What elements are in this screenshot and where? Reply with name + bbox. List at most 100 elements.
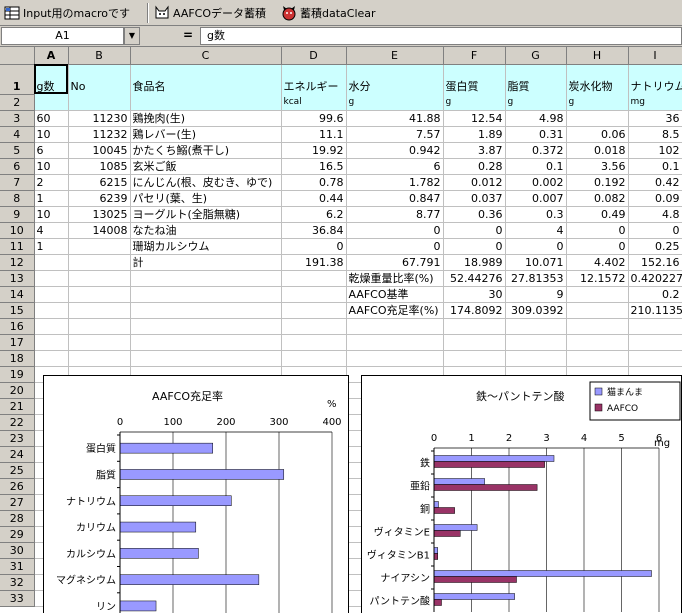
cell[interactable]: 鶏レバー(生) <box>130 126 282 143</box>
row-header[interactable]: 33 <box>0 590 35 607</box>
cell[interactable]: 12.1572 <box>566 270 629 287</box>
cell[interactable]: 13025 <box>68 206 131 223</box>
cell[interactable]: ヨーグルト(全脂無糖) <box>130 206 282 223</box>
row-header[interactable]: 27 <box>0 494 35 511</box>
row-header[interactable]: 32 <box>0 574 35 591</box>
column-header[interactable]: A <box>34 47 69 65</box>
input-macro-button[interactable]: Input用のmacroです <box>2 2 132 24</box>
cell[interactable]: g数 <box>34 64 69 94</box>
row-header[interactable]: 17 <box>0 334 35 351</box>
cell[interactable]: 0.28 <box>443 158 506 175</box>
cell[interactable]: 12.54 <box>443 110 506 127</box>
cell[interactable]: 1085 <box>68 158 131 175</box>
cell[interactable] <box>68 254 131 271</box>
column-header[interactable]: F <box>443 47 506 65</box>
cell[interactable]: AAFCO基準 <box>346 286 444 303</box>
cell[interactable]: 0.09 <box>628 190 682 207</box>
row-header[interactable]: 5 <box>0 142 35 159</box>
cell[interactable]: 3.87 <box>443 142 506 159</box>
cell[interactable]: 11.1 <box>281 126 347 143</box>
cell[interactable]: にんじん(根、皮むき、ゆで) <box>130 174 282 191</box>
cell[interactable] <box>130 350 282 367</box>
cell[interactable]: 0.44 <box>281 190 347 207</box>
cell[interactable]: 14008 <box>68 222 131 239</box>
cell[interactable]: 0.012 <box>443 174 506 191</box>
cell[interactable]: 18.989 <box>443 254 506 271</box>
column-header[interactable]: B <box>68 47 131 65</box>
row-header[interactable]: 3 <box>0 110 35 127</box>
cell[interactable]: パセリ(葉、生) <box>130 190 282 207</box>
cell[interactable]: g <box>346 94 444 111</box>
cell[interactable]: 0.1 <box>628 158 682 175</box>
row-header[interactable]: 6 <box>0 158 35 175</box>
cell[interactable]: 30 <box>443 286 506 303</box>
column-header[interactable]: D <box>281 47 347 65</box>
column-header[interactable]: C <box>130 47 282 65</box>
cell[interactable]: 0.018 <box>566 142 629 159</box>
cell[interactable]: 0 <box>566 238 629 255</box>
cell[interactable]: 0 <box>505 238 567 255</box>
cell[interactable]: 3.56 <box>566 158 629 175</box>
cell[interactable]: 152.16 <box>628 254 682 271</box>
cell[interactable]: 0.192 <box>566 174 629 191</box>
cell[interactable]: 36 <box>628 110 682 127</box>
cell[interactable] <box>566 286 629 303</box>
cell[interactable]: 4 <box>34 222 69 239</box>
row-header[interactable]: 31 <box>0 558 35 575</box>
row-header[interactable]: 7 <box>0 174 35 191</box>
row-header[interactable]: 8 <box>0 190 35 207</box>
cell[interactable]: 4.402 <box>566 254 629 271</box>
cell[interactable]: 102 <box>628 142 682 159</box>
row-header[interactable]: 1 <box>0 64 35 95</box>
cell[interactable]: 99.6 <box>281 110 347 127</box>
cell[interactable]: 9 <box>505 286 567 303</box>
chevron-down-icon[interactable]: ▼ <box>124 27 140 45</box>
cell[interactable]: 191.38 <box>281 254 347 271</box>
cell[interactable] <box>34 254 69 271</box>
cell[interactable]: 0.06 <box>566 126 629 143</box>
cell[interactable] <box>130 286 282 303</box>
cell[interactable]: 8.77 <box>346 206 444 223</box>
cell[interactable]: 0.002 <box>505 174 567 191</box>
cell[interactable]: 0.36 <box>443 206 506 223</box>
cell[interactable] <box>281 334 347 351</box>
cell[interactable]: 0.3 <box>505 206 567 223</box>
cell[interactable] <box>346 350 444 367</box>
cell[interactable] <box>505 334 567 351</box>
cell[interactable] <box>68 94 131 111</box>
cell[interactable] <box>68 238 131 255</box>
column-header[interactable]: G <box>505 47 567 65</box>
cell[interactable]: 4 <box>505 222 567 239</box>
cell[interactable]: 玄米ご飯 <box>130 158 282 175</box>
cell[interactable]: 11232 <box>68 126 131 143</box>
row-header[interactable]: 13 <box>0 270 35 287</box>
cell[interactable]: 0.372 <box>505 142 567 159</box>
cell[interactable]: 1 <box>34 190 69 207</box>
cell[interactable]: 2 <box>34 174 69 191</box>
cell[interactable]: 0.942 <box>346 142 444 159</box>
cell[interactable]: 6 <box>346 158 444 175</box>
cell[interactable]: 珊瑚カルシウム <box>130 238 282 255</box>
row-header[interactable]: 23 <box>0 430 35 447</box>
cell[interactable] <box>68 350 131 367</box>
cell[interactable]: kcal <box>281 94 347 111</box>
cell[interactable]: 0.037 <box>443 190 506 207</box>
cell[interactable]: 炭水化物 <box>566 64 629 94</box>
cell[interactable] <box>34 350 69 367</box>
clear-data-button[interactable]: 蓄積dataClear <box>279 2 378 24</box>
cell[interactable] <box>443 334 506 351</box>
cell[interactable]: なたね油 <box>130 222 282 239</box>
cell[interactable] <box>281 350 347 367</box>
row-header[interactable]: 21 <box>0 398 35 415</box>
row-header[interactable]: 28 <box>0 510 35 527</box>
iron-pantothenic-chart[interactable]: 鉄～パントテン酸 mg 0 1 2 3 4 5 6 鉄亜鉛銅ヴィタミンE ヴィタミンB1 ナイアシンパ… <box>361 375 682 613</box>
cell[interactable] <box>566 334 629 351</box>
cell[interactable]: No <box>68 64 131 94</box>
cell[interactable] <box>68 286 131 303</box>
row-header[interactable]: 22 <box>0 414 35 431</box>
cell[interactable]: g <box>505 94 567 111</box>
cell[interactable]: 0.49 <box>566 206 629 223</box>
cell[interactable] <box>566 350 629 367</box>
cell[interactable]: 10.071 <box>505 254 567 271</box>
aafco-store-button[interactable]: AAFCOデータ蓄積 <box>152 2 268 24</box>
